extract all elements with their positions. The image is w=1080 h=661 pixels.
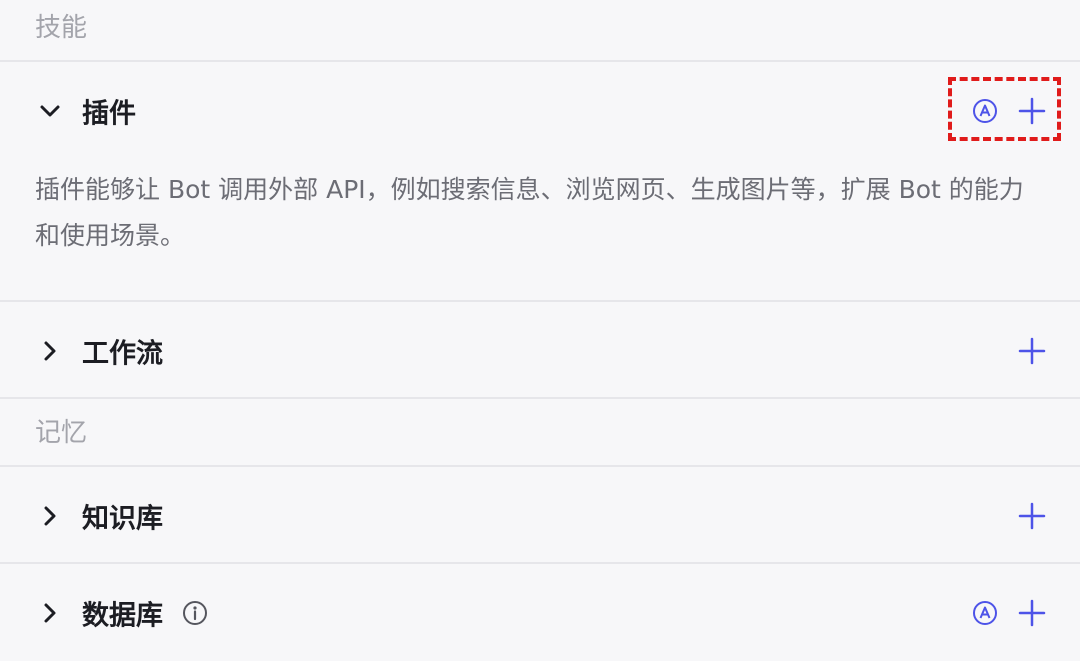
- plus-icon: [1018, 337, 1046, 365]
- highlight-annotation: [948, 77, 1061, 141]
- divider: [0, 60, 1080, 62]
- plugins-description: 插件能够让 Bot 调用外部 API，例如搜索信息、浏览网页、生成图片等，扩展 …: [35, 175, 1024, 250]
- workflow-row[interactable]: 工作流: [0, 303, 1080, 399]
- section-label-skills: 技能: [35, 13, 88, 43]
- plugins-row[interactable]: 插件: [0, 63, 1080, 159]
- add-database-button[interactable]: [1018, 599, 1046, 627]
- auto-a-icon[interactable]: [972, 600, 998, 626]
- chevron-right-icon[interactable]: [38, 601, 62, 625]
- database-row[interactable]: 数据库: [0, 565, 1080, 661]
- database-title: 数据库: [82, 600, 163, 632]
- divider: [0, 397, 1080, 399]
- plus-icon: [1018, 599, 1046, 627]
- divider: [0, 300, 1080, 302]
- section-header-skills: 技能: [0, 15, 1080, 45]
- divider: [0, 465, 1080, 467]
- add-knowledge-button[interactable]: [1018, 502, 1046, 530]
- chevron-down-icon[interactable]: [38, 99, 62, 123]
- add-workflow-button[interactable]: [1018, 337, 1046, 365]
- info-icon[interactable]: [182, 600, 208, 626]
- chevron-right-icon[interactable]: [38, 339, 62, 363]
- knowledge-row[interactable]: 知识库: [0, 468, 1080, 564]
- chevron-right-icon[interactable]: [38, 504, 62, 528]
- section-label-memory: 记忆: [35, 418, 88, 448]
- section-header-memory: 记忆: [0, 420, 1080, 450]
- divider: [0, 562, 1080, 564]
- knowledge-title: 知识库: [82, 503, 163, 535]
- workflow-title: 工作流: [82, 338, 163, 370]
- plus-icon: [1018, 502, 1046, 530]
- plugins-title: 插件: [82, 98, 136, 130]
